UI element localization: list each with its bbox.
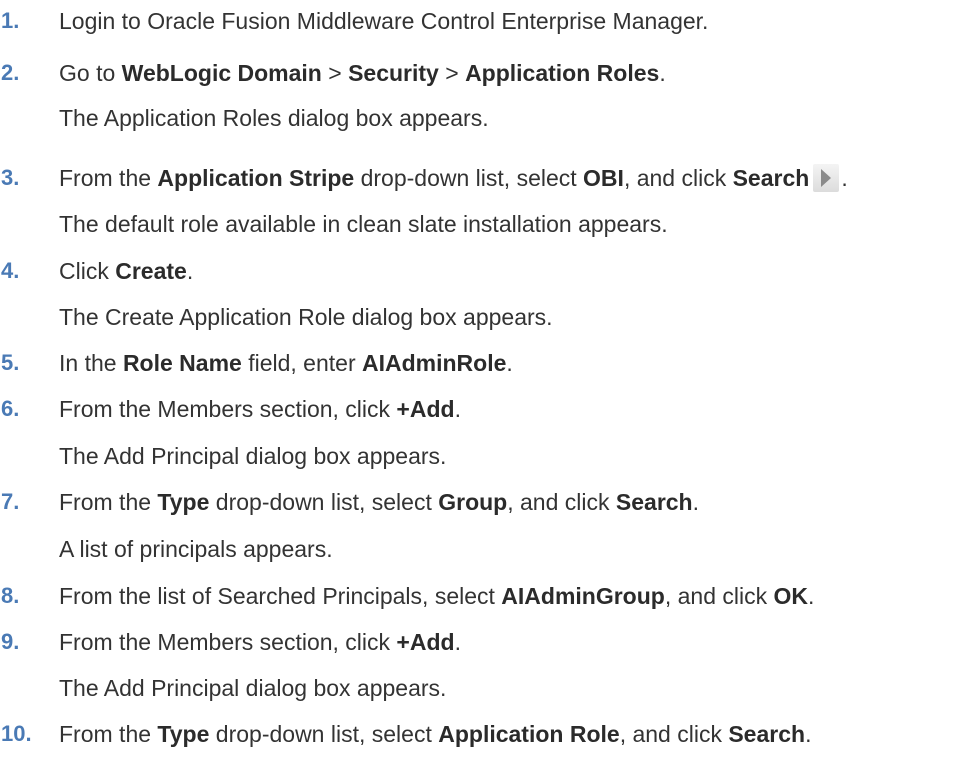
step-text: In the Role Name field, enter AIAdminRol…: [59, 349, 513, 377]
ui-term: WebLogic Domain: [121, 60, 322, 86]
ui-term: +Add: [396, 396, 455, 422]
text-run: field, enter: [241, 350, 362, 376]
text-run: .: [841, 165, 848, 191]
text-run: From the list of Searched Principals, se…: [59, 583, 502, 609]
text-run: From the: [59, 489, 158, 515]
step-text: From the Members section, click +Add.: [59, 395, 461, 423]
ui-term: AIAdminRole: [362, 350, 507, 376]
step-text: From the Members section, click +Add.: [59, 628, 461, 656]
step-2-result: The Application Roles dialog box appears…: [59, 105, 489, 131]
ui-term: Role Name: [122, 350, 242, 376]
step-number: 5.: [1, 350, 20, 375]
ui-term: Type: [157, 489, 210, 515]
step-number: 7.: [1, 489, 20, 514]
procedure-steps: 1. Login to Oracle Fusion Middleware Con…: [0, 0, 972, 783]
ui-term: Create: [115, 258, 187, 284]
step-number: 9.: [1, 629, 20, 654]
step-number: 4.: [1, 258, 20, 283]
step-number: 10.: [1, 721, 32, 746]
ui-term: Application Stripe: [157, 165, 355, 191]
text-run: From the Members section, click: [59, 396, 397, 422]
text-run: .: [186, 258, 194, 284]
text-run: .: [805, 721, 812, 747]
step-text: Click Create.: [59, 257, 193, 285]
ui-term: Application Roles: [465, 60, 660, 86]
text-run: .: [659, 60, 666, 86]
ui-term: Search: [615, 489, 693, 515]
step-4-result: The Create Application Role dialog box a…: [59, 304, 553, 330]
text-run: >: [321, 60, 349, 86]
step-6-result: The Add Principal dialog box appears.: [59, 443, 447, 469]
text-run: .: [808, 583, 815, 609]
step-9-result: The Add Principal dialog box appears.: [59, 675, 447, 701]
text-run: From the: [59, 165, 158, 191]
text-run: , and click: [623, 165, 733, 191]
text-run: .: [454, 629, 461, 655]
ui-term: Search: [728, 721, 806, 747]
ui-term: AIAdminGroup: [501, 583, 665, 609]
ui-term: Search: [732, 165, 810, 191]
text-run: .: [692, 489, 699, 515]
search-arrow-icon: [813, 164, 840, 192]
step-text: From the Application Stripe drop-down li…: [59, 164, 848, 192]
ui-term: Security: [348, 60, 439, 86]
step-text: From the Type drop-down list, select App…: [59, 720, 811, 748]
ui-term: +Add: [396, 629, 455, 655]
text-run: >: [438, 60, 466, 86]
text-run: , and click: [664, 583, 774, 609]
text-run: drop-down list, select: [209, 721, 439, 747]
ui-term: OK: [773, 583, 809, 609]
step-number: 6.: [1, 396, 20, 421]
text-run: , and click: [507, 489, 616, 515]
step-text: Login to Oracle Fusion Middleware Contro…: [59, 7, 708, 35]
text-run: From the: [59, 721, 158, 747]
step-text: Go to WebLogic Domain > Security > Appli…: [59, 59, 666, 87]
text-run: Login to Oracle Fusion Middleware Contro…: [59, 8, 709, 34]
text-run: From the Members section, click: [59, 629, 397, 655]
text-run: Click: [59, 258, 116, 284]
text-run: .: [454, 396, 461, 422]
step-3-result: The default role available in clean slat…: [59, 211, 668, 237]
step-number: 2.: [1, 60, 20, 85]
text-run: Go to: [59, 60, 122, 86]
text-run: , and click: [619, 721, 729, 747]
ui-term: Group: [438, 489, 508, 515]
ui-term: Application Role: [438, 721, 620, 747]
ui-term: OBI: [583, 165, 624, 191]
step-7-result: A list of principals appears.: [59, 536, 333, 562]
step-number: 8.: [1, 583, 20, 608]
text-run: .: [506, 350, 513, 376]
step-text: From the list of Searched Principals, se…: [59, 582, 814, 610]
ui-term: Type: [157, 721, 210, 747]
step-text: From the Type drop-down list, select Gro…: [59, 488, 699, 516]
text-run: drop-down list, select: [354, 165, 584, 191]
step-number: 1.: [1, 8, 20, 33]
step-number: 3.: [1, 165, 20, 190]
text-run: drop-down list, select: [209, 489, 439, 515]
text-run: In the: [59, 350, 123, 376]
